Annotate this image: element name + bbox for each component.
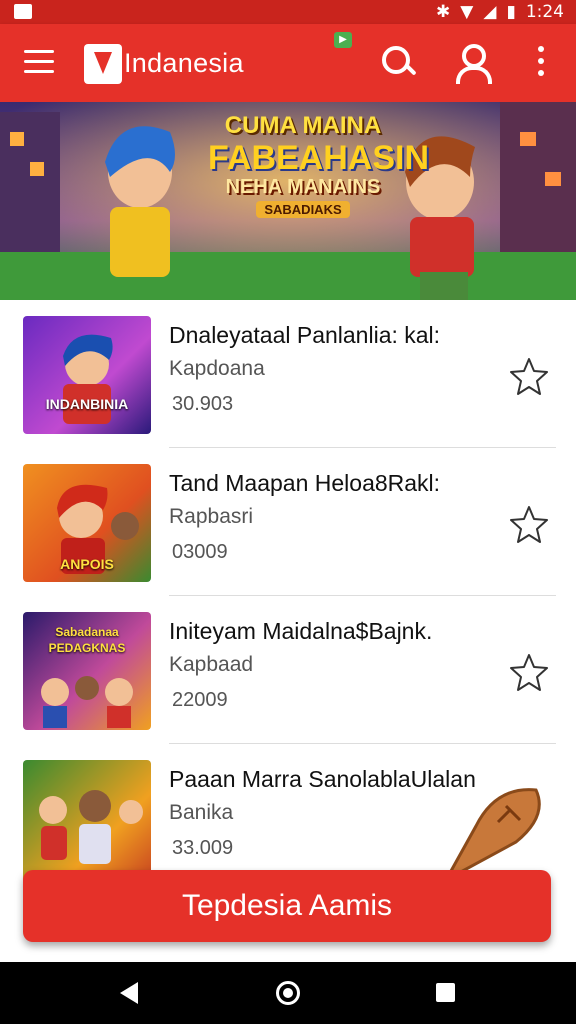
battery-icon: ▮ bbox=[506, 2, 516, 22]
home-icon[interactable] bbox=[276, 981, 300, 1005]
item-title: Initeyam Maidalna$Bajnk. bbox=[169, 618, 433, 644]
item-subtitle: Rapbasri bbox=[169, 505, 254, 528]
menu-icon[interactable] bbox=[24, 50, 54, 74]
item-title: Dnaleyataal Panlanlia: kal: bbox=[169, 322, 441, 348]
notification-icon bbox=[14, 4, 32, 19]
thumbnail-label: ANPOIS bbox=[60, 556, 114, 572]
system-nav-bar bbox=[0, 962, 576, 1024]
thumbnail-art bbox=[63, 334, 113, 424]
status-icons: ✱ ▼ ◢ ▮ 1:24 bbox=[436, 2, 564, 22]
item-subtitle: Banika bbox=[169, 801, 234, 824]
primary-action-button[interactable]: Tepdesia Aamis bbox=[23, 870, 551, 942]
banner-line-1: CUMA MAINA bbox=[224, 112, 382, 139]
user-icon[interactable] bbox=[452, 42, 492, 84]
item-count: 03009 bbox=[172, 541, 228, 563]
game-thumbnail: INDANBINIA bbox=[23, 316, 151, 434]
list-item[interactable]: INDANBINIA Dnaleyataal Panlanlia: kal: K… bbox=[0, 300, 576, 448]
app-title: Indanesia bbox=[124, 48, 244, 78]
status-bar: ✱ ▼ ◢ ▮ 1:24 bbox=[0, 0, 576, 24]
item-count: 30.903 bbox=[172, 393, 234, 415]
more-icon[interactable] bbox=[526, 42, 556, 82]
item-subtitle: Kapdoana bbox=[169, 357, 265, 380]
item-subtitle: Kapbaad bbox=[169, 653, 254, 676]
item-title: Tand Maapan Heloa8Rakl: bbox=[169, 470, 441, 496]
list-item[interactable]: ANPOIS Tand Maapan Heloa8Rakl: Rapbasri … bbox=[0, 448, 576, 596]
bluetooth-icon: ✱ bbox=[436, 2, 451, 22]
recents-icon[interactable] bbox=[436, 983, 455, 1002]
item-count: 22009 bbox=[172, 689, 228, 711]
thumbnail-label: Sabadanaa PEDAGKNAS bbox=[48, 625, 126, 655]
search-icon[interactable] bbox=[378, 42, 418, 82]
notification-badge: ▶ bbox=[334, 32, 352, 48]
back-icon[interactable] bbox=[120, 982, 138, 1004]
hero-banner[interactable]: CUMA MAINA FABEAHASIN NEHA MANAINS SABAD… bbox=[0, 102, 576, 300]
logo-icon bbox=[84, 44, 122, 84]
banner-line-3: NEHA MANAINS bbox=[225, 176, 381, 198]
star-icon[interactable] bbox=[508, 651, 550, 693]
item-count: 33.009 bbox=[172, 837, 234, 859]
game-thumbnail: Sabadanaa PEDAGKNAS bbox=[23, 612, 151, 730]
banner-line-4: SABADIAKS bbox=[256, 201, 350, 218]
clock: 1:24 bbox=[525, 2, 564, 22]
banner-line-2: FABEAHASIN bbox=[208, 139, 430, 177]
star-icon[interactable] bbox=[508, 503, 550, 545]
item-title: Paaan Marra SanolablaUlalan bbox=[169, 766, 476, 792]
app-bar: Indanesia ▶ bbox=[0, 24, 576, 102]
banner-title: CUMA MAINA FABEAHASIN NEHA MANAINS SABAD… bbox=[208, 112, 430, 219]
signal-icon: ◢ bbox=[483, 2, 497, 22]
list-item[interactable]: Sabadanaa PEDAGKNAS Initeyam Maidalna$Ba… bbox=[0, 596, 576, 744]
game-thumbnail: ANPOIS bbox=[23, 464, 151, 582]
thumbnail-label: INDANBINIA bbox=[45, 396, 129, 412]
star-icon[interactable] bbox=[508, 355, 550, 397]
wifi-icon: ▼ bbox=[460, 2, 474, 22]
